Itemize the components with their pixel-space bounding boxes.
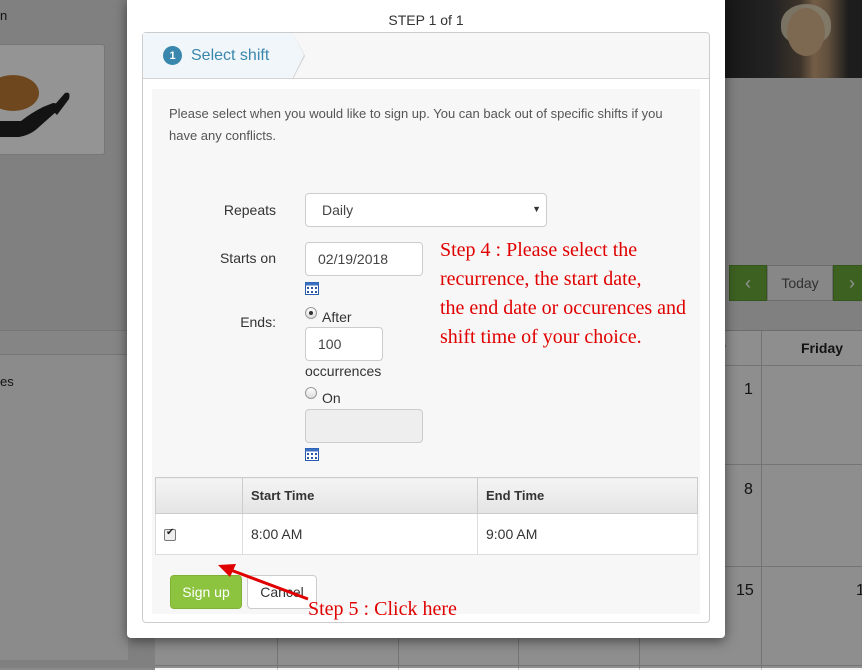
annotation-line: Step 4 : Please select the	[440, 239, 638, 261]
row-select-cell	[155, 513, 243, 555]
occurrences-value: 100	[318, 336, 342, 352]
start-date-value: 02/19/2018	[318, 251, 389, 267]
intro-text: Please select when you would like to sig…	[169, 106, 663, 143]
shift-checkbox[interactable]	[164, 527, 176, 542]
shift-table: Start Time End Time 8:00 AM 9:00 AM	[155, 477, 698, 555]
step4-annotation: Step 4 : Please select the recurrence, t…	[440, 236, 686, 352]
ends-on-label: On	[322, 390, 341, 406]
table-row: 8:00 AM 9:00 AM	[155, 513, 698, 555]
column-header-start-time: Start Time	[242, 477, 478, 514]
starts-on-label: Starts on	[219, 250, 276, 266]
step-number-badge: 1	[163, 46, 182, 65]
end-date-input[interactable]	[305, 409, 423, 443]
occurrences-input[interactable]: 100	[305, 327, 383, 361]
column-header-end-time: End Time	[477, 477, 698, 514]
repeats-value: Daily	[322, 202, 354, 218]
tab-select-shift[interactable]: 1 Select shift	[143, 33, 305, 79]
calendar-icon[interactable]	[305, 447, 319, 461]
ends-on-radio[interactable]	[305, 387, 317, 399]
tab-label: Select shift	[191, 46, 270, 64]
arrow-icon	[218, 564, 309, 601]
annotation-line: the end date or occurences and	[440, 297, 686, 319]
end-time-cell: 9:00 AM	[477, 513, 698, 555]
ends-after-label: After	[322, 309, 352, 325]
step-title: STEP 1 of 1	[388, 12, 464, 28]
calendar-icon[interactable]	[305, 281, 319, 295]
occurrences-label: occurrences	[305, 363, 382, 379]
start-time-cell: 8:00 AM	[242, 513, 478, 555]
step5-annotation: Step 5 : Click here	[308, 598, 457, 620]
wizard-steps: 1 Select shift	[143, 33, 709, 79]
chevron-down-icon: ▼	[532, 204, 541, 214]
repeats-select[interactable]: Daily ▼	[305, 193, 547, 227]
ends-label: Ends:	[240, 314, 276, 330]
start-date-input[interactable]: 02/19/2018	[305, 242, 423, 276]
annotation-line: recurrence, the start date,	[440, 268, 642, 290]
ends-after-radio[interactable]	[305, 307, 317, 319]
repeats-label: Repeats	[223, 202, 276, 218]
annotation-line: shift time of your choice.	[440, 326, 642, 348]
column-header-select	[155, 477, 243, 514]
